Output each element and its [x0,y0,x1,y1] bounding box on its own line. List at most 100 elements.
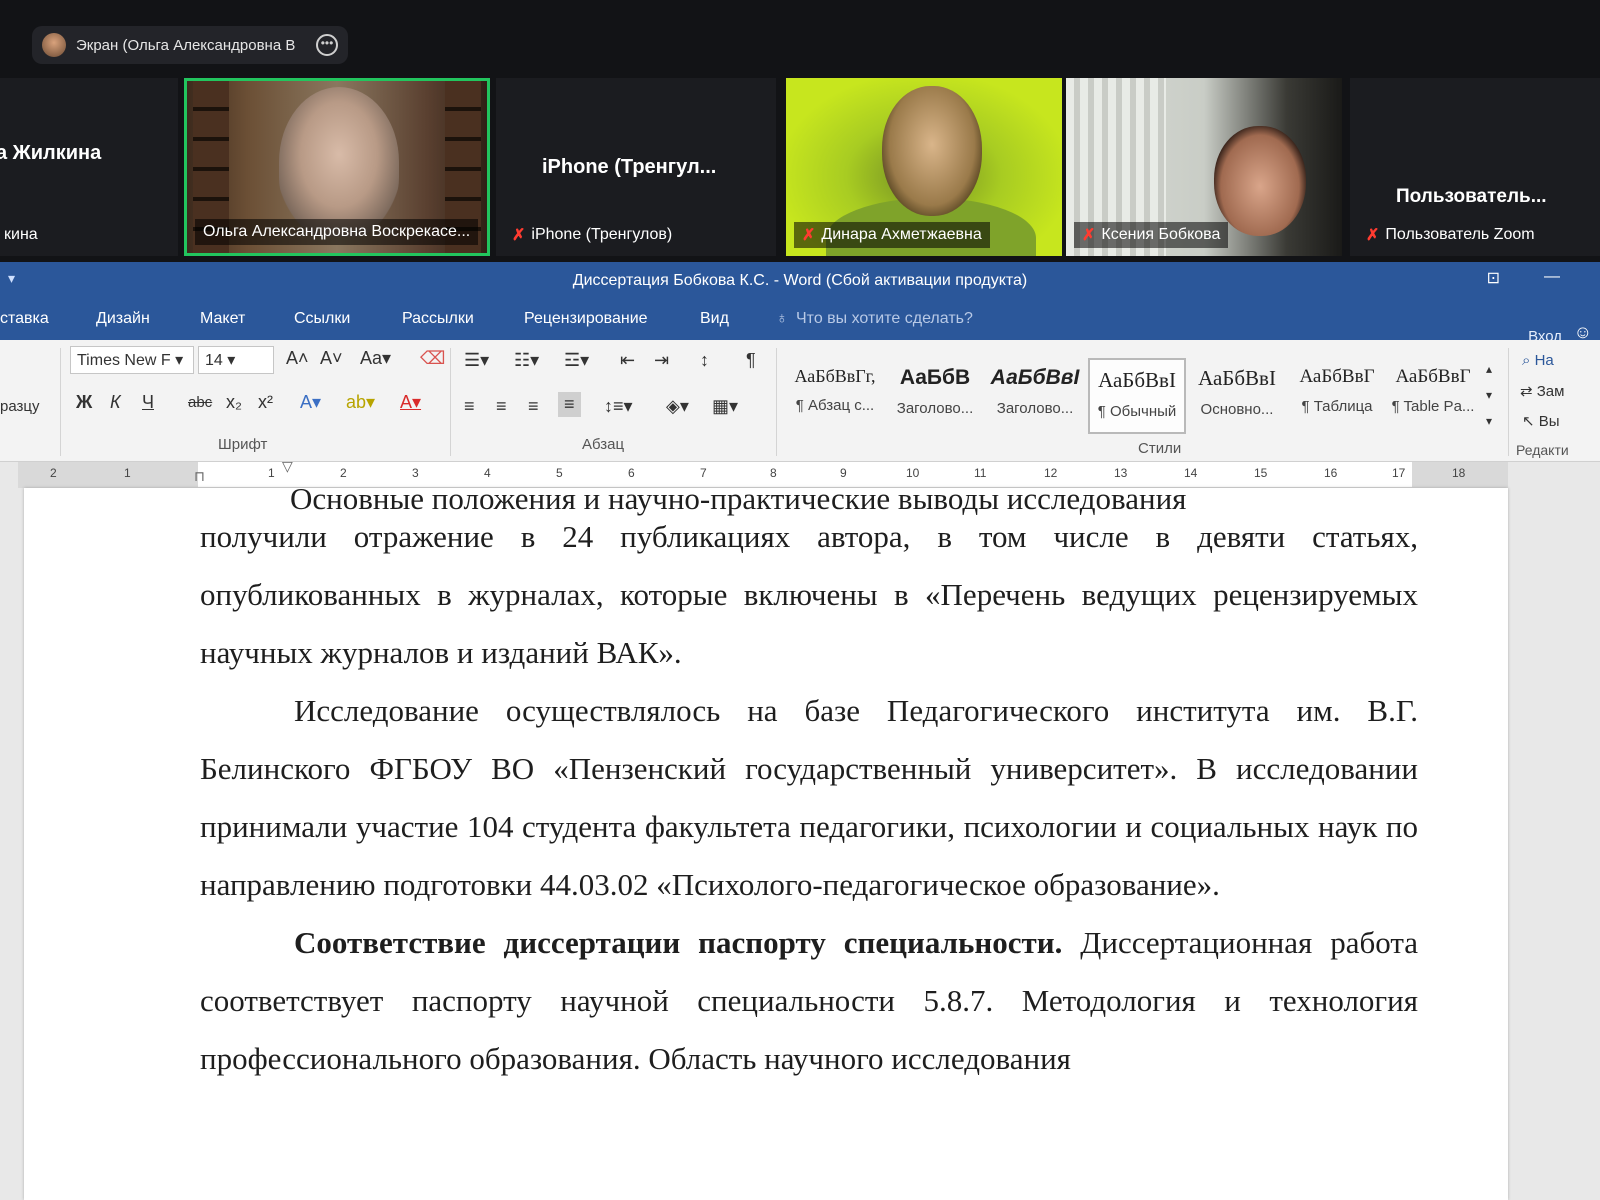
left-indent-marker-icon[interactable]: ⊓ [194,468,205,485]
subscript-button[interactable]: x₂ [226,392,242,413]
bold-button[interactable]: Ж [76,392,92,413]
participant-tile-zoom-user[interactable]: Пользователь... ✗ Пользователь Zoom [1350,78,1600,256]
find-button[interactable]: ⌕ На [1522,352,1554,369]
first-line-indent-marker-icon[interactable]: ▽ [282,458,293,475]
ruler-number: 15 [1254,466,1268,480]
line-spacing-icon[interactable]: ↕≡▾ [604,396,633,417]
ruler-number: 2 [340,466,347,480]
ruler-number: 9 [840,466,847,480]
participant-tile-iphone[interactable]: iPhone (Тренгул... ✗ iPhone (Тренгулов) [496,78,776,256]
document-page[interactable]: Основные положения и научно-практические… [24,488,1508,1200]
highlight-icon[interactable]: ab▾ [346,392,375,413]
style-table[interactable]: АаБбВвГ ¶ Таблица [1288,358,1386,434]
paragraph-specialty[interactable]: Соответствие диссертации паспорту специа… [200,914,1418,1088]
multilevel-list-icon[interactable]: ☲▾ [564,350,589,371]
superscript-button[interactable]: x² [258,392,273,413]
justify-icon[interactable]: ≡ [558,392,581,417]
mic-muted-icon: ✗ [512,227,526,244]
ruler-number: 3 [412,466,419,480]
ruler-number: 2 [50,466,57,480]
participant-tile-olga[interactable]: Ольга Александровна Воскрекасе... [184,78,490,256]
more-options-icon[interactable]: ••• [316,34,338,56]
decrease-indent-icon[interactable]: ⇤ [620,350,635,371]
shading-icon[interactable]: ◈▾ [666,396,689,417]
ribbon-tabs: ставка Дизайн Макет Ссылки Рассылки Реце… [0,302,1600,345]
style-heading-2[interactable]: АаБбВвI Заголово... [986,358,1084,434]
align-center-icon[interactable]: ≡ [496,396,507,417]
style-name: Заголово... [896,400,974,417]
tab-insert[interactable]: ставка [0,310,49,328]
font-size-box[interactable]: 14 ▾ [198,346,274,374]
screen-share-indicator[interactable]: Экран (Ольга Александровна В ••• [32,26,348,64]
select-button[interactable]: ↖ Вы [1522,412,1560,430]
replace-button[interactable]: ⇄ Зам [1520,382,1564,400]
style-list-paragraph[interactable]: АаБбВвГг, ¶ Абзац с... [786,358,884,434]
style-preview: АаБбВвГг, [794,366,876,386]
font-color-icon[interactable]: A▾ [400,392,421,413]
participant-name-label: Ксения Бобкова [1101,226,1221,243]
font-name-box[interactable]: Times New F ▾ [70,346,194,374]
strikethrough-button[interactable]: abc [188,394,212,411]
bullets-icon[interactable]: ☰▾ [464,350,489,371]
style-preview: АаБбВвГ [1395,366,1471,387]
format-painter-label[interactable]: разцу [0,398,40,415]
tab-mailings[interactable]: Рассылки [402,310,474,328]
tell-me-box[interactable]: ♁ Что вы хотите сделать? [776,310,973,328]
participant-tile-dinara[interactable]: ✗ Динара Ахметжаевна [786,78,1062,256]
horizontal-ruler[interactable]: 2 1 1 2 3 4 5 6 7 8 9 10 11 12 13 14 15 … [18,458,1508,488]
ribbon-display-icon[interactable]: ⊡ [1487,268,1500,288]
tab-design[interactable]: Дизайн [96,310,150,328]
sort-icon[interactable]: ↕ [700,350,709,371]
clear-formatting-icon[interactable]: ⌫ [420,348,445,369]
ruler-number: 7 [700,466,707,480]
title-bar: ▾ Диссертация Бобкова К.С. - Word (Сбой … [0,262,1600,302]
style-name: ¶ Таблица [1301,398,1373,415]
align-left-icon[interactable]: ≡ [464,396,475,417]
participant-tile-ksenia[interactable]: ✗ Ксения Бобкова [1066,78,1342,256]
replace-label: Зам [1536,383,1565,400]
find-label: На [1534,352,1554,369]
paragraph-publications[interactable]: получили отражение в 24 публикациях авто… [200,508,1418,682]
styles-scroll-icon[interactable]: ▴ ▾ ▾ [1486,356,1492,434]
minimize-icon[interactable]: — [1544,268,1560,286]
ruler-number: 5 [556,466,563,480]
tell-me-text: Что вы хотите сделать? [796,310,973,327]
participant-name-label: Динара Ахметжаевна [821,226,982,243]
text-effects-icon[interactable]: A▾ [300,392,321,413]
borders-icon[interactable]: ▦▾ [712,396,738,417]
shrink-font-icon[interactable]: A˅ [320,348,343,369]
grow-font-icon[interactable]: A˄ [286,348,309,369]
participant-video [279,87,399,237]
participant-video [1214,126,1306,236]
style-body-text[interactable]: АаБбВвI Основно... [1188,358,1286,434]
show-marks-icon[interactable]: ¶ [746,350,756,371]
document-body[interactable]: Основные положения и научно-практические… [200,488,1418,1088]
align-right-icon[interactable]: ≡ [528,396,539,417]
change-case-label: Aa [360,348,383,368]
underline-button[interactable]: Ч [142,392,154,413]
group-divider [450,348,451,456]
increase-indent-icon[interactable]: ⇥ [654,350,669,371]
lightbulb-icon: ♁ [776,310,788,327]
style-heading-1[interactable]: АаБбВ Заголово... [886,358,984,434]
cut-off-line: Основные положения и научно-практические… [290,488,1187,516]
numbering-icon[interactable]: ☷▾ [514,350,539,371]
ruler-number: 1 [268,466,275,480]
tab-review[interactable]: Рецензирование [524,310,648,328]
sharer-avatar [42,33,66,57]
participant-name-label: Ольга Александровна Воскрекасе... [195,219,479,245]
paragraph-research-base[interactable]: Исследование осуществлялось на базе Педа… [200,682,1418,914]
group-divider [1508,348,1509,456]
participant-tile-zhilkina[interactable]: а Жилкина кина [0,78,178,256]
tab-view[interactable]: Вид [700,310,729,328]
style-table-paragraph[interactable]: АаБбВвГ ¶ Table Pa... [1384,358,1482,434]
ruler-number: 4 [484,466,491,480]
tab-layout[interactable]: Макет [200,310,245,328]
paragraph-group-label: Абзац [582,436,625,453]
ruler-number: 16 [1324,466,1338,480]
tab-references[interactable]: Ссылки [294,310,350,328]
italic-button[interactable]: К [110,392,121,413]
style-normal[interactable]: АаБбВвI ¶ Обычный [1088,358,1186,434]
style-preview: АаБбВвI [990,366,1080,389]
change-case-button[interactable]: Aa▾ [360,348,391,369]
